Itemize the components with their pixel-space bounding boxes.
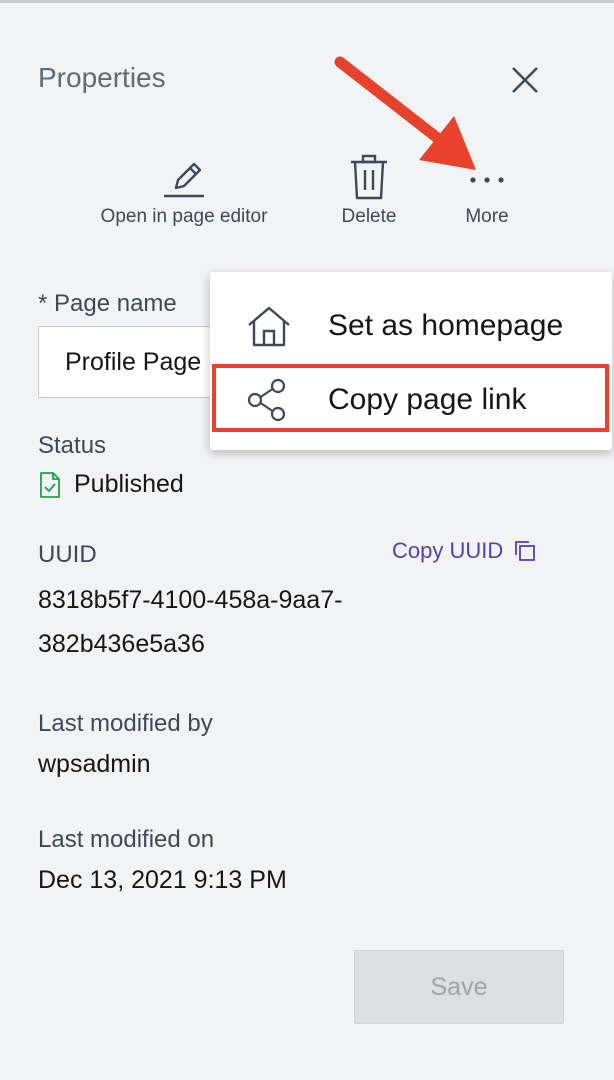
more-button[interactable]: More: [448, 152, 526, 228]
save-button[interactable]: Save: [354, 950, 564, 1024]
top-divider: [0, 0, 614, 3]
status-label: Status: [38, 432, 107, 459]
copy-uuid-label: Copy UUID: [392, 538, 504, 563]
last-modified-on-value: Dec 13, 2021 9:13 PM: [38, 866, 287, 894]
pencil-icon: [164, 162, 204, 198]
delete-label: Delete: [341, 206, 397, 227]
share-icon: [247, 378, 286, 422]
menu-item-set-as-homepage[interactable]: Set as homepage: [210, 290, 612, 362]
overflow-menu-icon: [470, 177, 504, 183]
copy-page-link-label: Copy page link: [328, 383, 527, 416]
status-text: Published: [74, 470, 184, 498]
last-modified-on-label: Last modified on: [38, 826, 215, 853]
uuid-label: UUID: [38, 541, 97, 568]
close-icon: [512, 67, 538, 93]
open-in-page-editor-button[interactable]: Open in page editor: [86, 152, 282, 228]
copy-uuid-button[interactable]: Copy UUID: [392, 538, 537, 564]
set-as-homepage-label: Set as homepage: [328, 309, 564, 342]
delete-button[interactable]: Delete: [330, 152, 408, 228]
trash-icon: [351, 154, 387, 200]
uuid-value-line1: 8318b5f7-4100-458a-9aa7-: [38, 586, 343, 614]
page-name-label: * Page name: [38, 290, 177, 317]
menu-item-copy-page-link[interactable]: Copy page link: [210, 364, 612, 436]
close-button[interactable]: [505, 60, 545, 100]
copy-icon: [515, 541, 536, 561]
last-modified-by-value: wpsadmin: [38, 750, 151, 778]
panel-title: Properties: [38, 62, 166, 93]
document-check-icon: [40, 471, 60, 498]
open-in-page-editor-label: Open in page editor: [100, 206, 268, 227]
home-icon: [248, 306, 290, 347]
status-value: Published: [38, 470, 184, 499]
uuid-value-line2: 382b436e5a36: [38, 630, 205, 658]
more-menu: Set as homepage Copy page link: [210, 272, 612, 450]
last-modified-by-label: Last modified by: [38, 710, 213, 737]
more-label: More: [465, 206, 509, 227]
